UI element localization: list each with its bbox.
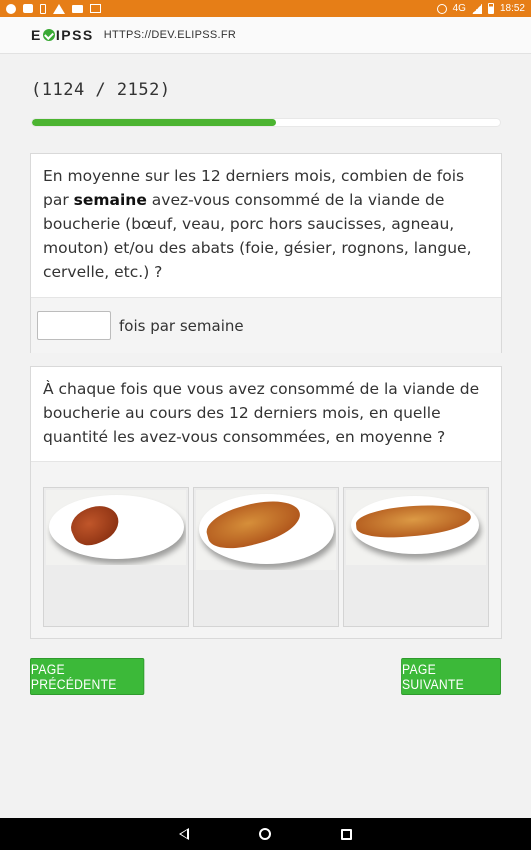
- question-text: À chaque fois que vous avez consommé de …: [43, 380, 480, 446]
- question-text: En moyenne sur les 12 derniers mois, com…: [31, 154, 501, 297]
- warning-icon: [53, 3, 65, 14]
- do-not-disturb-icon: [436, 3, 447, 14]
- clock: 18:52: [499, 3, 525, 14]
- portion-photo-medium: [196, 490, 336, 570]
- portion-photo-small: [46, 490, 186, 565]
- logo-text-end: IPSS: [55, 27, 94, 43]
- portion-option-medium[interactable]: [193, 487, 339, 627]
- notification-window-icon: [23, 4, 33, 13]
- portion-option-small[interactable]: [43, 487, 189, 627]
- question-counter: (1124 / 2152): [31, 80, 171, 100]
- system-navigation-bar: [0, 818, 531, 850]
- frequency-input[interactable]: [37, 311, 111, 340]
- home-icon[interactable]: [259, 828, 271, 840]
- logo-check-icon: [42, 29, 55, 41]
- progress-bar: [31, 118, 501, 127]
- previous-page-button[interactable]: PAGE PRÉCÉDENTE: [30, 658, 145, 695]
- back-icon[interactable]: [179, 828, 189, 840]
- question-text-emphasis: semaine: [73, 191, 147, 209]
- next-page-button[interactable]: PAGE SUIVANTE: [401, 658, 501, 695]
- status-bar: 4G 18:52: [0, 0, 531, 17]
- elipss-logo[interactable]: E IPSS: [31, 27, 94, 43]
- battery-icon: [487, 3, 494, 14]
- image-icon: [90, 4, 101, 13]
- unit-label: fois par semaine: [119, 316, 244, 335]
- site-url: HTTPS://DEV.ELIPSS.FR: [103, 29, 237, 41]
- signal-icon: [471, 3, 482, 14]
- recent-apps-icon[interactable]: [341, 828, 352, 840]
- question-card-quantity: À chaque fois que vous avez consommé de …: [30, 366, 502, 639]
- notification-app-icon: [6, 3, 16, 14]
- message-icon: [72, 4, 83, 13]
- question-card-frequency: En moyenne sur les 12 derniers mois, com…: [30, 153, 502, 353]
- portion-option-large[interactable]: [343, 487, 489, 627]
- app-header: E IPSS HTTPS://DEV.ELIPSS.FR: [0, 17, 531, 54]
- progress-bar-fill: [32, 119, 277, 126]
- portion-options: [31, 461, 501, 638]
- network-type: 4G: [452, 3, 466, 14]
- notification-phone-icon: [40, 3, 46, 14]
- logo-text-start: E: [31, 27, 42, 43]
- portion-photo-large: [346, 490, 486, 565]
- answer-area: fois par semaine: [31, 297, 501, 353]
